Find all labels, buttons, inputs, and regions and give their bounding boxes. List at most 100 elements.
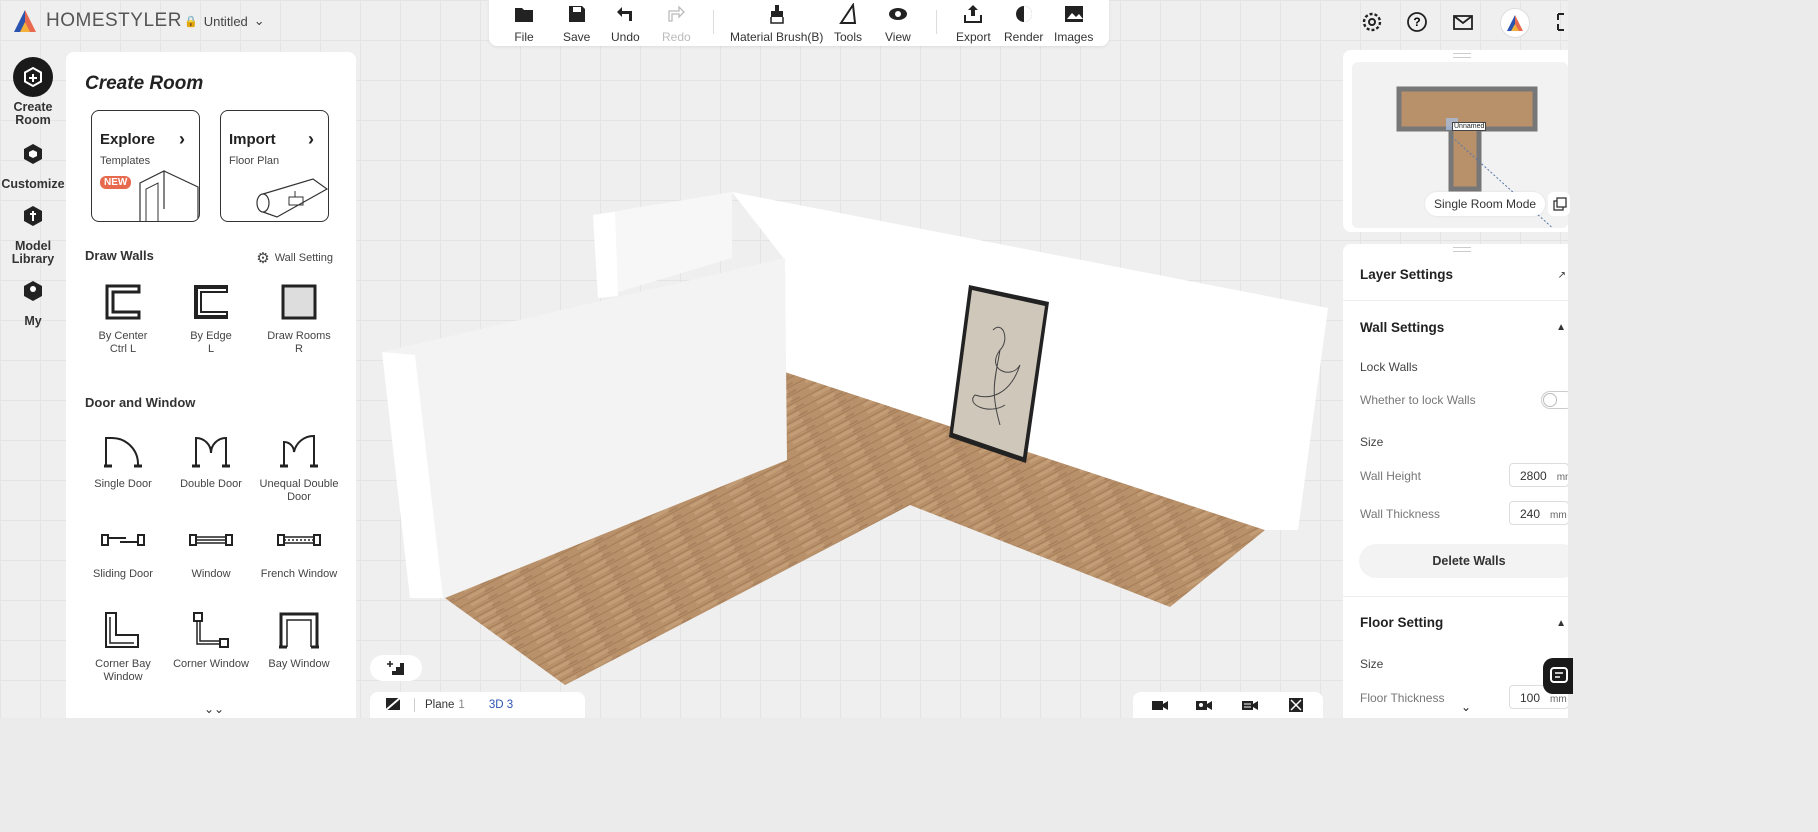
- corner-window-icon: [193, 612, 229, 648]
- plane-view-button[interactable]: Plane 1: [425, 699, 465, 711]
- model-library-icon: [13, 196, 53, 236]
- copy-view-icon[interactable]: [1548, 192, 1570, 216]
- tools-button[interactable]: Tools: [834, 3, 862, 44]
- chevron-down-icon[interactable]: ⌄: [1461, 700, 1471, 714]
- expand-icon[interactable]: ↗: [1558, 270, 1566, 281]
- corner-bay-window-tool[interactable]: Corner Bay Window: [79, 608, 167, 684]
- brand[interactable]: HOMESTYLER: [12, 6, 182, 36]
- brand-name: HOMESTYLER: [46, 10, 182, 31]
- lock-walls-label: Lock Walls: [1360, 360, 1418, 374]
- folder-icon: [515, 8, 533, 22]
- single-room-mode-button[interactable]: Single Room Mode: [1425, 192, 1546, 216]
- wall-back-left-top[interactable]: [593, 212, 618, 298]
- divider: [1343, 596, 1568, 597]
- cube-icon: [13, 134, 53, 174]
- save-button[interactable]: Save: [563, 3, 590, 44]
- tool-label: Window: [191, 568, 231, 580]
- 3d-view-button[interactable]: 3D 3: [489, 699, 513, 711]
- wall-thickness-value: 240: [1520, 507, 1541, 521]
- tool-label: Corner Bay Window: [95, 658, 151, 683]
- delete-walls-button[interactable]: Delete Walls: [1359, 544, 1568, 578]
- render-icon: [1015, 6, 1032, 22]
- file-button[interactable]: File: [513, 3, 535, 44]
- lock-walls-toggle[interactable]: [1541, 391, 1568, 409]
- top-toolbar: File Save Undo Redo Material Brush(B) To…: [489, 0, 1109, 46]
- tool-label: Unequal Double Door: [259, 478, 339, 503]
- floor-setting-heading[interactable]: Floor Setting: [1360, 615, 1443, 630]
- properties-panel: Layer Settings ↗ Wall Settings ▲ Lock Wa…: [1343, 244, 1568, 718]
- rail-item-label: Model Library: [11, 239, 55, 266]
- save-icon: [568, 6, 585, 22]
- svg-text:?: ?: [1413, 15, 1420, 29]
- avatar[interactable]: [1500, 8, 1530, 38]
- bay-window-tool[interactable]: Bay Window: [255, 608, 343, 671]
- drag-handle[interactable]: [1453, 53, 1471, 58]
- unit-label: mm: [1550, 694, 1567, 705]
- wall-settings-heading[interactable]: Wall Settings: [1360, 320, 1444, 335]
- render-label: Render: [1004, 30, 1044, 44]
- ruler-icon: [839, 3, 857, 24]
- gear-icon[interactable]: [1361, 11, 1383, 33]
- fit-view-icon[interactable]: [1287, 697, 1305, 713]
- french-window-tool[interactable]: French Window: [255, 518, 343, 581]
- unit-label: mm: [1550, 510, 1567, 521]
- import-floor-plan-card[interactable]: Import › Floor Plan: [220, 110, 329, 222]
- wall-setting-button[interactable]: ⚙ Wall Setting: [256, 249, 333, 267]
- toolbar-divider: [713, 10, 714, 34]
- material-brush-button[interactable]: Material Brush(B): [730, 3, 823, 44]
- import-sub: Floor Plan: [229, 155, 280, 167]
- view-button[interactable]: View: [885, 3, 911, 44]
- drag-handle[interactable]: [1453, 247, 1471, 252]
- tool-shortcut: Ctrl L: [109, 343, 137, 355]
- explore-templates-card[interactable]: Explore › Templates NEW: [91, 110, 200, 222]
- rail-item-create-room[interactable]: Create Room: [0, 57, 66, 127]
- help-icon[interactable]: ?: [1406, 11, 1428, 33]
- rail-item-label: Customize: [1, 177, 65, 191]
- chevron-up-icon[interactable]: ▲: [1556, 618, 1566, 629]
- redo-label: Redo: [662, 30, 691, 44]
- draw-rooms-tool[interactable]: Draw Rooms R: [255, 280, 343, 356]
- plane-shortcut: 1: [458, 699, 465, 711]
- rail-item-my[interactable]: My: [0, 271, 66, 328]
- divider: [414, 698, 415, 712]
- camera-list-icon[interactable]: [1241, 697, 1259, 713]
- redo-button[interactable]: Redo: [662, 3, 691, 44]
- sliding-door-tool[interactable]: Sliding Door: [79, 518, 167, 581]
- file-label: File: [514, 30, 534, 44]
- chevron-up-icon[interactable]: ▲: [1556, 322, 1566, 333]
- camera-add-icon[interactable]: [1151, 697, 1169, 713]
- by-center-tool[interactable]: By Center Ctrl L: [79, 280, 167, 356]
- floor-plan-roll-illustration-icon: [256, 178, 328, 218]
- layer-settings-heading: Layer Settings: [1360, 267, 1454, 282]
- render-button[interactable]: Render: [1004, 3, 1043, 44]
- window-tool[interactable]: Window: [167, 518, 255, 581]
- toggle-knob: [1543, 393, 1557, 407]
- feedback-chat-icon[interactable]: [1543, 658, 1573, 694]
- wall-thickness-input[interactable]: 240 mm: [1509, 501, 1568, 525]
- unequal-double-door-tool[interactable]: Unequal Double Door: [255, 428, 343, 504]
- tool-label: Draw Rooms: [267, 330, 331, 342]
- rail-item-customize[interactable]: Customize: [0, 134, 66, 191]
- user-icon: [13, 271, 53, 311]
- camera-settings-icon[interactable]: [1195, 697, 1213, 713]
- corner-window-tool[interactable]: Corner Window: [167, 608, 255, 671]
- fullscreen-icon[interactable]: [1556, 11, 1570, 33]
- mail-icon[interactable]: [1452, 11, 1474, 33]
- images-button[interactable]: Images: [1054, 3, 1093, 44]
- wall-height-input[interactable]: 2800 mm: [1509, 463, 1568, 487]
- single-door-tool[interactable]: Single Door: [79, 428, 167, 491]
- rail-item-model-library[interactable]: Model Library: [0, 196, 66, 266]
- left-rail: Create Room Customize Model Library My: [0, 52, 66, 718]
- wall-by-center-icon: [105, 284, 141, 320]
- add-floor-button[interactable]: [370, 655, 422, 681]
- undo-button[interactable]: Undo: [611, 3, 640, 44]
- 2d-view-icon[interactable]: [384, 695, 404, 716]
- by-edge-tool[interactable]: By Edge L: [167, 280, 255, 356]
- minimap-room-label: Unnamed: [1452, 122, 1487, 131]
- 3d-label: 3D: [488, 699, 504, 711]
- tool-shortcut: L: [207, 343, 215, 355]
- export-button[interactable]: Export: [956, 3, 991, 44]
- double-door-tool[interactable]: Double Door: [167, 428, 255, 491]
- document-title[interactable]: 🔒 Untitled ⌄: [184, 13, 265, 29]
- expand-more-icon[interactable]: ⌄⌄: [204, 702, 224, 716]
